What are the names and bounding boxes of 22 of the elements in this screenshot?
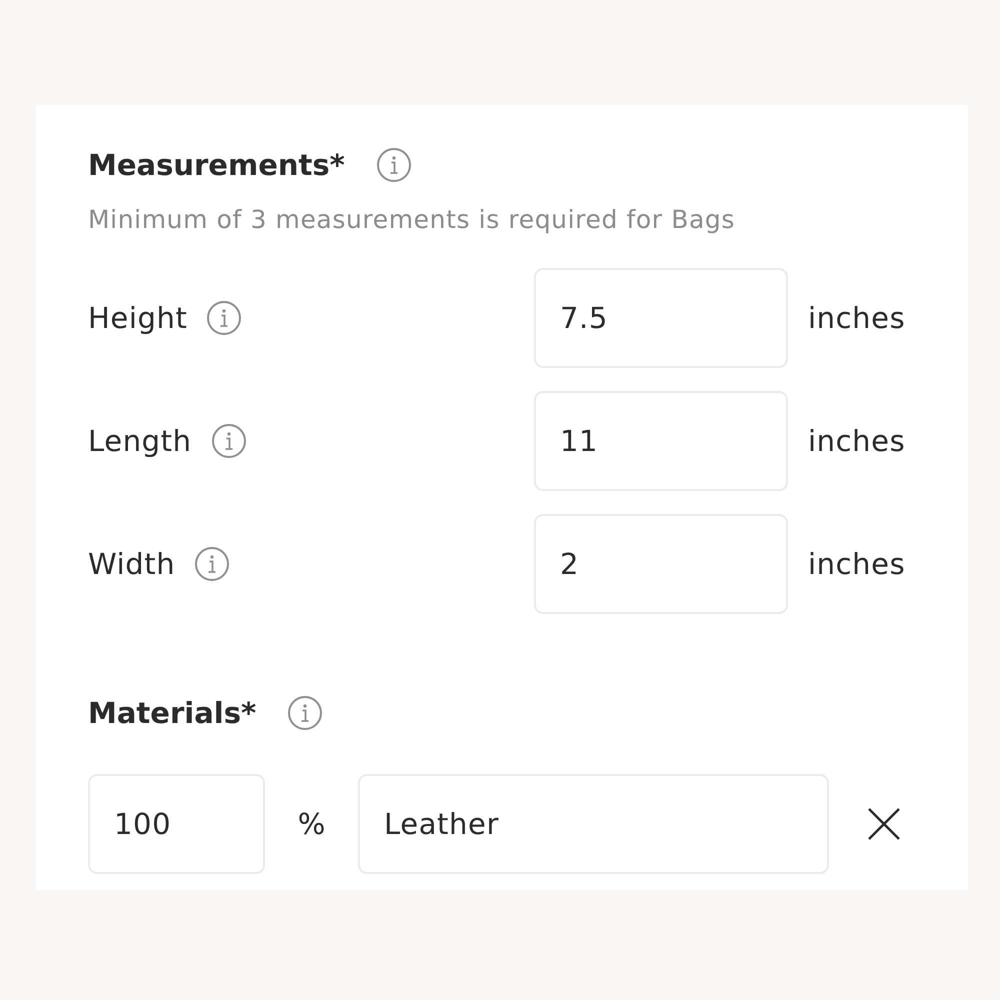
remove-button[interactable] [867, 807, 901, 841]
unit-label: inches [808, 546, 906, 582]
unit-label: inches [808, 300, 906, 336]
measurement-field[interactable]: 2 [534, 514, 788, 614]
field-label: Height [88, 300, 188, 336]
info-icon[interactable] [288, 696, 322, 730]
percent-sign: % [296, 806, 326, 842]
material-field[interactable]: Leather [358, 774, 829, 874]
info-icon[interactable] [376, 148, 411, 182]
info-icon[interactable] [195, 547, 230, 581]
field-label: Width [88, 546, 176, 582]
measurement-field[interactable]: 7.5 [534, 268, 788, 368]
hint-text: Minimum of 3 measurements is required for Bags [88, 205, 736, 235]
info-icon[interactable] [207, 301, 242, 335]
percent-field[interactable]: 100 [88, 774, 265, 874]
field-label: Length [88, 423, 192, 459]
section-title: Measurements* [88, 147, 345, 183]
close-icon [867, 807, 901, 841]
info-icon[interactable] [212, 424, 246, 458]
unit-label: inches [808, 423, 906, 459]
measurement-field[interactable]: 11 [534, 391, 788, 491]
section-title: Materials* [88, 695, 256, 731]
